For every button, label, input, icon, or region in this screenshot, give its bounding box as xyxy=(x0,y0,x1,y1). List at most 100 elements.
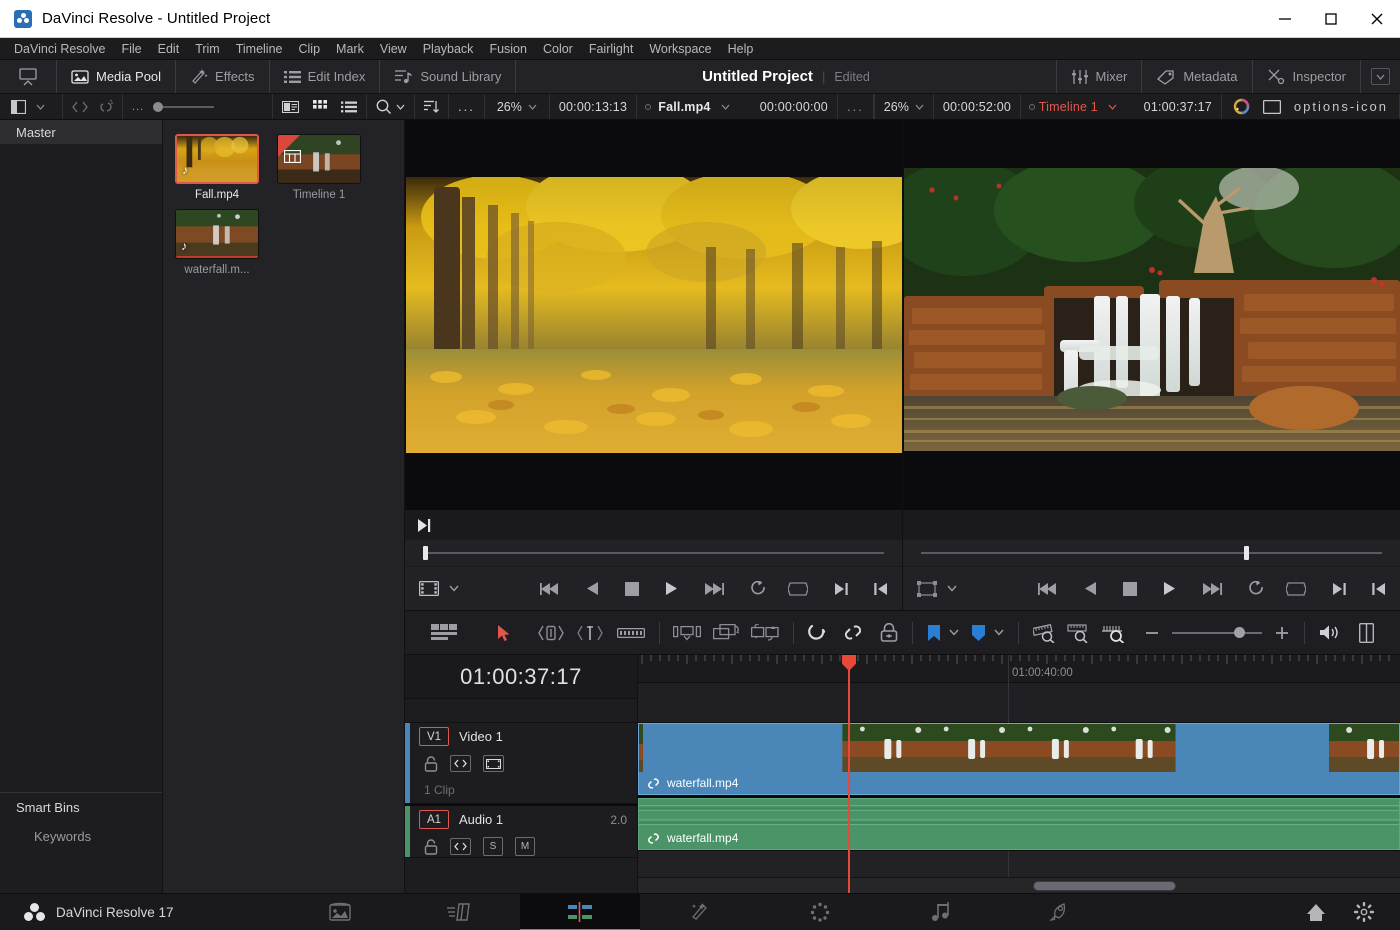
sort-icon[interactable] xyxy=(424,100,439,113)
effects-button[interactable]: Effects xyxy=(176,60,270,93)
panel-toggle-icon[interactable] xyxy=(1358,622,1374,643)
stop-icon[interactable] xyxy=(1123,581,1137,596)
timeline-viewer-image[interactable] xyxy=(903,120,1400,510)
zoom-custom-icon[interactable] xyxy=(1101,623,1127,643)
timeline-zoom-slider[interactable] xyxy=(1171,626,1263,638)
insert-clip-icon[interactable] xyxy=(673,624,702,641)
mute-button[interactable]: M xyxy=(515,837,535,856)
options-icon[interactable]: options-icon xyxy=(1294,100,1388,113)
chevron-down-icon[interactable] xyxy=(449,585,459,592)
jump-to-end-icon[interactable] xyxy=(704,582,724,596)
unlink-icon[interactable] xyxy=(98,99,114,114)
chevron-down-icon[interactable] xyxy=(528,104,537,110)
chevron-down-icon[interactable] xyxy=(949,629,959,636)
expand-panel-button[interactable] xyxy=(1360,60,1400,93)
source-viewer-image[interactable] xyxy=(405,120,902,510)
play-icon[interactable] xyxy=(1163,581,1176,596)
color-page-button[interactable] xyxy=(760,894,880,930)
metadata-view-icon[interactable] xyxy=(282,100,299,113)
clip-thumbnail[interactable]: ♪ xyxy=(175,134,259,184)
timeline-mode-icon[interactable] xyxy=(917,580,937,597)
snapping-icon[interactable] xyxy=(807,623,827,642)
menu-item-playback[interactable]: Playback xyxy=(415,38,482,60)
metadata-button[interactable]: Metadata xyxy=(1141,60,1251,93)
trim-edit-tool-icon[interactable] xyxy=(538,624,564,642)
media-pool-item[interactable]: Timeline 1 xyxy=(277,134,361,201)
deliver-page-button[interactable] xyxy=(1000,894,1120,930)
timeline-name[interactable]: Timeline 1 xyxy=(1039,100,1098,114)
menu-item-help[interactable]: Help xyxy=(720,38,762,60)
clip-thumbnail[interactable]: ♪ xyxy=(175,209,259,259)
link-clips-icon[interactable] xyxy=(843,623,863,642)
project-manager-button[interactable] xyxy=(0,60,57,93)
media-pool-button[interactable]: Media Pool xyxy=(57,60,177,93)
media-page-button[interactable] xyxy=(280,894,400,930)
auto-select-icon[interactable] xyxy=(450,755,471,772)
replace-clip-icon[interactable] xyxy=(750,624,779,641)
lock-icon[interactable] xyxy=(424,838,438,855)
track-badge[interactable]: A1 xyxy=(419,810,449,829)
options-icon[interactable]: ... xyxy=(847,100,864,113)
timeline-empty-area[interactable] xyxy=(638,851,1400,877)
sound-library-button[interactable]: Sound Library xyxy=(380,60,517,93)
list-view-icon[interactable] xyxy=(341,101,357,113)
smart-bins-header[interactable]: Smart Bins xyxy=(0,793,162,822)
chevron-down-icon[interactable] xyxy=(721,104,730,110)
marker-icon[interactable] xyxy=(971,624,986,642)
sort-ellipsis-icon[interactable]: ... xyxy=(132,101,144,113)
play-reverse-icon[interactable] xyxy=(586,581,599,596)
track-name[interactable]: Video 1 xyxy=(459,729,503,744)
zoom-in-button[interactable] xyxy=(1274,625,1290,641)
auto-select-icon[interactable] xyxy=(450,838,471,855)
edit-index-button[interactable]: Edit Index xyxy=(270,60,381,93)
source-clip-name[interactable]: Fall.mp4 xyxy=(658,100,710,114)
playhead[interactable] xyxy=(842,655,856,893)
track-header-audio1[interactable]: A1 Audio 1 2.0 S M xyxy=(405,804,637,858)
timeline-track-audio1[interactable]: waterfall.mp4 xyxy=(638,796,1400,851)
solo-button[interactable]: S xyxy=(483,837,503,856)
clip-link-icon[interactable] xyxy=(72,101,88,113)
overwrite-clip-icon[interactable] xyxy=(713,624,740,641)
jump-to-start-icon[interactable] xyxy=(540,582,560,596)
timeline-canvas[interactable]: 01:00:40:00 waterfall.mp4 waterfall.mp4 xyxy=(638,655,1400,893)
thumbnail-size-slider[interactable] xyxy=(153,101,215,112)
fairlight-page-button[interactable] xyxy=(880,894,1000,930)
source-scrubber[interactable] xyxy=(405,540,902,566)
track-badge[interactable]: V1 xyxy=(419,727,449,746)
thumbnail-view-icon[interactable] xyxy=(313,100,327,113)
mark-clip-icon[interactable] xyxy=(788,581,808,596)
razor-tool-icon[interactable] xyxy=(616,626,645,640)
track-header-video1[interactable]: V1 Video 1 1 Clip xyxy=(405,723,637,804)
settings-icon[interactable] xyxy=(1354,902,1374,922)
inspector-button[interactable]: Inspector xyxy=(1251,60,1360,93)
close-icon[interactable] xyxy=(1354,0,1400,38)
timeline-ruler[interactable]: 01:00:40:00 xyxy=(638,655,1400,683)
mark-out-icon[interactable] xyxy=(834,582,848,596)
color-icon[interactable] xyxy=(1233,98,1250,115)
menu-item-view[interactable]: View xyxy=(372,38,415,60)
chevron-down-icon[interactable] xyxy=(396,104,405,110)
timeline-scrub-track[interactable] xyxy=(921,546,1382,560)
timeline-clip-video[interactable]: waterfall.mp4 xyxy=(638,723,1400,795)
chevron-down-icon[interactable] xyxy=(915,104,924,110)
chevron-down-icon[interactable] xyxy=(1108,104,1117,110)
timeline-track-video1[interactable]: waterfall.mp4 xyxy=(638,723,1400,796)
media-pool-item[interactable]: ♪ waterfall.m... xyxy=(175,209,259,276)
mark-in-icon[interactable] xyxy=(1372,582,1386,596)
play-icon[interactable] xyxy=(665,581,678,596)
menu-item-file[interactable]: File xyxy=(113,38,149,60)
cut-page-button[interactable] xyxy=(400,894,520,930)
jump-to-end-icon[interactable] xyxy=(1202,582,1222,596)
timeline-clip-audio[interactable]: waterfall.mp4 xyxy=(638,798,1400,850)
menu-item-color[interactable]: Color xyxy=(535,38,581,60)
home-icon[interactable] xyxy=(1306,903,1326,922)
lock-icon[interactable] xyxy=(424,755,438,772)
jump-to-start-icon[interactable] xyxy=(1038,582,1058,596)
sidebar-toggle-icon[interactable] xyxy=(11,99,26,114)
menu-item-workspace[interactable]: Workspace xyxy=(641,38,719,60)
track-thumbnail-icon[interactable] xyxy=(483,755,504,772)
timeline-scrubber[interactable] xyxy=(903,540,1400,566)
timeline-horizontal-scrollbar[interactable] xyxy=(638,877,1400,893)
timeline-scrub-handle[interactable] xyxy=(1243,546,1249,560)
zoom-out-button[interactable] xyxy=(1144,625,1160,641)
